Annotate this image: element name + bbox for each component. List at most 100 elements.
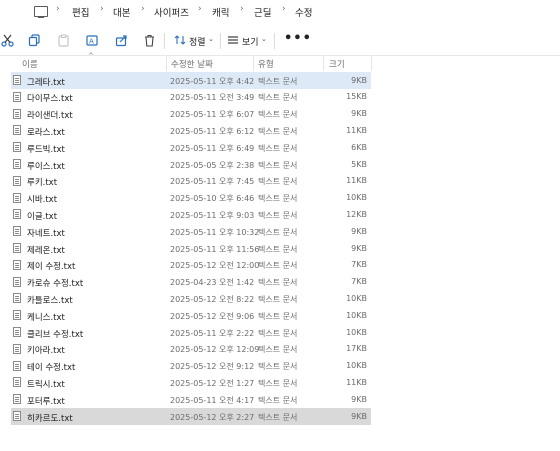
file-row[interactable]: 트릭시.txt 2025-05-12 오전 1:27 텍스트 문서 11KB xyxy=(11,374,371,391)
chevron-right-icon[interactable]: › xyxy=(56,4,60,14)
file-name: 그레타.txt xyxy=(27,77,65,88)
column-resize-handle[interactable] xyxy=(371,55,372,71)
column-resize-handle[interactable] xyxy=(166,55,167,71)
file-date-modified: 2025-05-11 오후 6:49 xyxy=(170,143,255,153)
chevron-down-icon[interactable]: ⌄ xyxy=(208,35,214,43)
file-date-modified: 2025-05-11 오후 6:07 xyxy=(170,110,255,120)
chevron-right-icon[interactable]: › xyxy=(240,4,244,14)
command-bar: A 정렬 ⌄ 보기 ⌄ ••• xyxy=(0,25,560,56)
file-date-modified: 2025-05-11 오후 9:03 xyxy=(170,210,255,220)
text-document-icon xyxy=(13,75,21,85)
text-document-icon xyxy=(13,175,21,186)
breadcrumb-item-melee[interactable]: 근딜 xyxy=(254,5,271,19)
breadcrumb-item-character[interactable]: 캐릭 xyxy=(212,5,229,19)
file-name: 제레온.txt xyxy=(27,245,65,256)
file-row[interactable]: 카로슈 수정.txt 2025-04-23 오전 1:42 텍스트 문서 7KB xyxy=(11,274,371,291)
file-name: 히카르도.txt xyxy=(27,413,73,424)
share-icon[interactable] xyxy=(114,33,128,47)
file-size: 11KB xyxy=(346,176,367,186)
file-date-modified: 2025-05-12 오전 8:22 xyxy=(170,294,255,304)
breadcrumb-item-script[interactable]: 대본 xyxy=(113,5,130,19)
chevron-right-icon[interactable]: › xyxy=(198,4,202,14)
file-date-modified: 2025-05-12 오전 9:06 xyxy=(170,311,255,321)
file-size: 10KB xyxy=(346,310,367,320)
address-breadcrumb[interactable]: › 편집 › 대본 › 사이퍼즈 › 캐릭 › 근딜 › 수정 xyxy=(0,0,560,24)
breadcrumb-item-revise[interactable]: 수정 xyxy=(295,5,312,19)
text-document-icon xyxy=(13,108,21,119)
file-name: 다이무스.txt xyxy=(27,94,73,105)
chevron-down-icon[interactable]: ⌄ xyxy=(261,35,267,43)
text-document-icon xyxy=(13,310,21,321)
sort-icon[interactable] xyxy=(173,33,187,47)
file-row[interactable]: 제이 수정.txt 2025-05-12 오전 12:00 텍스트 문서 7KB xyxy=(11,257,371,274)
file-row[interactable]: 카틀로스.txt 2025-05-12 오전 8:22 텍스트 문서 10KB xyxy=(11,290,371,307)
rename-icon[interactable]: A xyxy=(85,33,99,47)
file-row[interactable]: 테이 수정.txt 2025-05-12 오전 9:12 텍스트 문서 10KB xyxy=(11,358,371,375)
file-name: 제이 수정.txt xyxy=(27,262,76,273)
file-date-modified: 2025-05-11 오후 7:45 xyxy=(170,177,255,187)
breadcrumb-item-edit[interactable]: 편집 xyxy=(72,5,89,19)
file-row[interactable]: 이글.txt 2025-05-11 오후 9:03 텍스트 문서 12KB xyxy=(11,206,371,223)
file-row[interactable]: 클리브 수정.txt 2025-05-11 오후 2:22 텍스트 문서 10KB xyxy=(11,324,371,341)
file-row[interactable]: 루키.txt 2025-05-11 오후 7:45 텍스트 문서 11KB xyxy=(11,173,371,190)
file-size: 10KB xyxy=(346,193,367,203)
text-document-icon xyxy=(13,360,21,371)
delete-icon[interactable] xyxy=(142,33,156,47)
file-type: 텍스트 문서 xyxy=(258,110,298,120)
column-header-type[interactable]: 유형 xyxy=(258,58,274,70)
file-date-modified: 2025-05-11 오후 6:12 xyxy=(170,126,255,136)
file-type: 텍스트 문서 xyxy=(258,294,298,304)
file-type: 텍스트 문서 xyxy=(258,143,298,153)
text-document-icon xyxy=(13,91,21,102)
column-header-date[interactable]: 수정한 날짜 xyxy=(171,58,213,70)
sort-ascending-icon: ^ xyxy=(88,52,94,60)
view-button[interactable]: 보기 xyxy=(242,35,259,48)
file-type: 텍스트 문서 xyxy=(258,93,298,103)
column-resize-handle[interactable] xyxy=(323,55,324,71)
view-icon[interactable] xyxy=(226,33,240,47)
text-document-icon xyxy=(13,394,21,405)
text-document-icon xyxy=(13,125,21,136)
file-name: 루이스.txt xyxy=(27,161,65,172)
file-row[interactable]: 제레온.txt 2025-05-11 오후 11:56 텍스트 문서 9KB xyxy=(11,240,371,257)
file-type: 텍스트 문서 xyxy=(258,194,298,204)
svg-text:A: A xyxy=(89,37,94,45)
this-pc-icon[interactable] xyxy=(34,6,48,19)
chevron-right-icon[interactable]: › xyxy=(100,4,104,14)
file-date-modified: 2025-04-23 오전 1:42 xyxy=(170,278,255,288)
file-row[interactable]: 포터루.txt 2025-05-11 오전 4:17 텍스트 문서 9KB xyxy=(11,391,371,408)
file-row[interactable]: 그레타.txt 2025-05-11 오후 4:42 텍스트 문서 9KB xyxy=(11,72,371,89)
toolbar-divider xyxy=(164,33,165,49)
column-resize-handle[interactable] xyxy=(253,55,254,71)
file-size: 15KB xyxy=(346,92,367,102)
text-document-icon xyxy=(13,411,21,421)
chevron-right-icon[interactable]: › xyxy=(141,4,145,14)
file-row[interactable]: 루드빅.txt 2025-05-11 오후 6:49 텍스트 문서 6KB xyxy=(11,139,371,156)
file-date-modified: 2025-05-12 오전 12:00 xyxy=(170,261,260,271)
file-row[interactable]: 루이스.txt 2025-05-05 오후 2:38 텍스트 문서 5KB xyxy=(11,156,371,173)
column-header-size[interactable]: 크기 xyxy=(329,58,345,70)
file-size: 9KB xyxy=(351,226,367,236)
breadcrumb-item-cyphers[interactable]: 사이퍼즈 xyxy=(154,5,189,19)
file-row[interactable]: 시바.txt 2025-05-10 오후 6:46 텍스트 문서 10KB xyxy=(11,190,371,207)
file-row[interactable]: 케니스.txt 2025-05-12 오전 9:06 텍스트 문서 10KB xyxy=(11,307,371,324)
file-name: 루키.txt xyxy=(27,178,58,189)
file-row[interactable]: 다이무스.txt 2025-05-11 오전 3:49 텍스트 문서 15KB xyxy=(11,89,371,106)
column-header-name[interactable]: 이름 xyxy=(22,58,38,70)
paste-icon[interactable] xyxy=(56,33,70,47)
file-size: 10KB xyxy=(346,293,367,303)
text-document-icon xyxy=(13,209,21,220)
file-row[interactable]: 자네트.txt 2025-05-11 오후 10:32 텍스트 문서 9KB xyxy=(11,223,371,240)
file-row[interactable]: 키아라.txt 2025-05-12 오후 12:09 텍스트 문서 17KB xyxy=(11,341,371,358)
file-name: 클리브 수정.txt xyxy=(27,329,84,340)
chevron-right-icon[interactable]: › xyxy=(282,4,286,14)
copy-icon[interactable] xyxy=(27,33,41,47)
file-row[interactable]: 라이샌더.txt 2025-05-11 오후 6:07 텍스트 문서 9KB xyxy=(11,106,371,123)
more-options-button[interactable]: ••• xyxy=(284,31,312,46)
sort-button[interactable]: 정렬 xyxy=(189,35,206,48)
file-date-modified: 2025-05-12 오후 2:27 xyxy=(170,412,255,422)
file-row[interactable]: 로라스.txt 2025-05-11 오후 6:12 텍스트 문서 11KB xyxy=(11,122,371,139)
cut-icon[interactable] xyxy=(0,33,14,47)
text-document-icon xyxy=(13,159,21,169)
file-row[interactable]: 히카르도.txt 2025-05-12 오후 2:27 텍스트 문서 9KB xyxy=(11,408,371,425)
